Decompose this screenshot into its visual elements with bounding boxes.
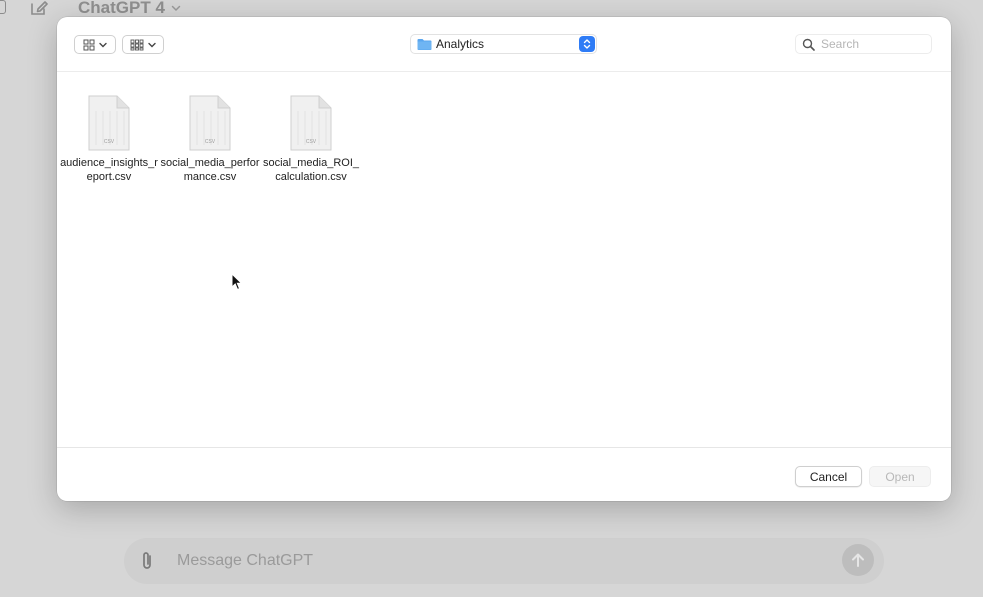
- dialog-toolbar: Analytics: [57, 17, 951, 72]
- file-type-label: CSV: [306, 139, 317, 145]
- dialog-footer: Cancel Open: [57, 447, 951, 501]
- csv-file-icon: CSV: [88, 95, 130, 151]
- grid-icon: [83, 39, 95, 50]
- search-field[interactable]: [795, 34, 932, 54]
- chevron-down-icon: [171, 5, 181, 12]
- paperclip-icon[interactable]: [138, 550, 156, 572]
- send-button[interactable]: [842, 544, 874, 576]
- model-selector[interactable]: ChatGPT 4: [78, 0, 181, 18]
- location-name: Analytics: [436, 37, 485, 51]
- location-popup[interactable]: Analytics: [410, 34, 597, 54]
- arrow-up-icon: [852, 553, 864, 567]
- file-browser: CSV audience_insights_report.csv CSV soc…: [57, 73, 951, 447]
- model-name: ChatGPT 4: [78, 0, 165, 17]
- new-chat-icon[interactable]: [30, 0, 48, 16]
- file-open-dialog: Analytics CSV audience_insights_rep: [57, 17, 951, 501]
- csv-file-icon: CSV: [290, 95, 332, 151]
- file-name: social_media_performance.csv: [160, 157, 260, 183]
- composer-placeholder: Message ChatGPT: [177, 552, 314, 569]
- mouse-cursor-icon: [231, 273, 243, 291]
- chevron-down-icon: [99, 42, 107, 47]
- search-input[interactable]: [821, 37, 921, 51]
- view-mode-button[interactable]: [74, 35, 116, 54]
- group-mode-button[interactable]: [122, 35, 164, 54]
- file-type-label: CSV: [205, 139, 216, 145]
- sidebar-toggle-icon[interactable]: [0, 0, 6, 14]
- file-type-label: CSV: [104, 139, 115, 145]
- file-item[interactable]: CSV social_media_performance.csv: [160, 95, 260, 184]
- chevron-down-icon: [148, 42, 156, 47]
- message-composer[interactable]: Message ChatGPT: [124, 538, 884, 584]
- file-item[interactable]: CSV audience_insights_report.csv: [59, 95, 159, 184]
- folder-icon: [417, 39, 432, 50]
- file-name: audience_insights_report.csv: [60, 157, 158, 183]
- cancel-button[interactable]: Cancel: [795, 466, 862, 487]
- location-stepper[interactable]: [579, 36, 595, 52]
- file-name: social_media_ROI_calculation.csv: [263, 157, 359, 183]
- csv-file-icon: CSV: [189, 95, 231, 151]
- group-grid-icon: [130, 39, 144, 50]
- file-item[interactable]: CSV social_media_ROI_calculation.csv: [261, 95, 361, 184]
- search-icon: [802, 38, 815, 51]
- chevron-updown-icon: [583, 39, 591, 49]
- open-button[interactable]: Open: [869, 466, 931, 487]
